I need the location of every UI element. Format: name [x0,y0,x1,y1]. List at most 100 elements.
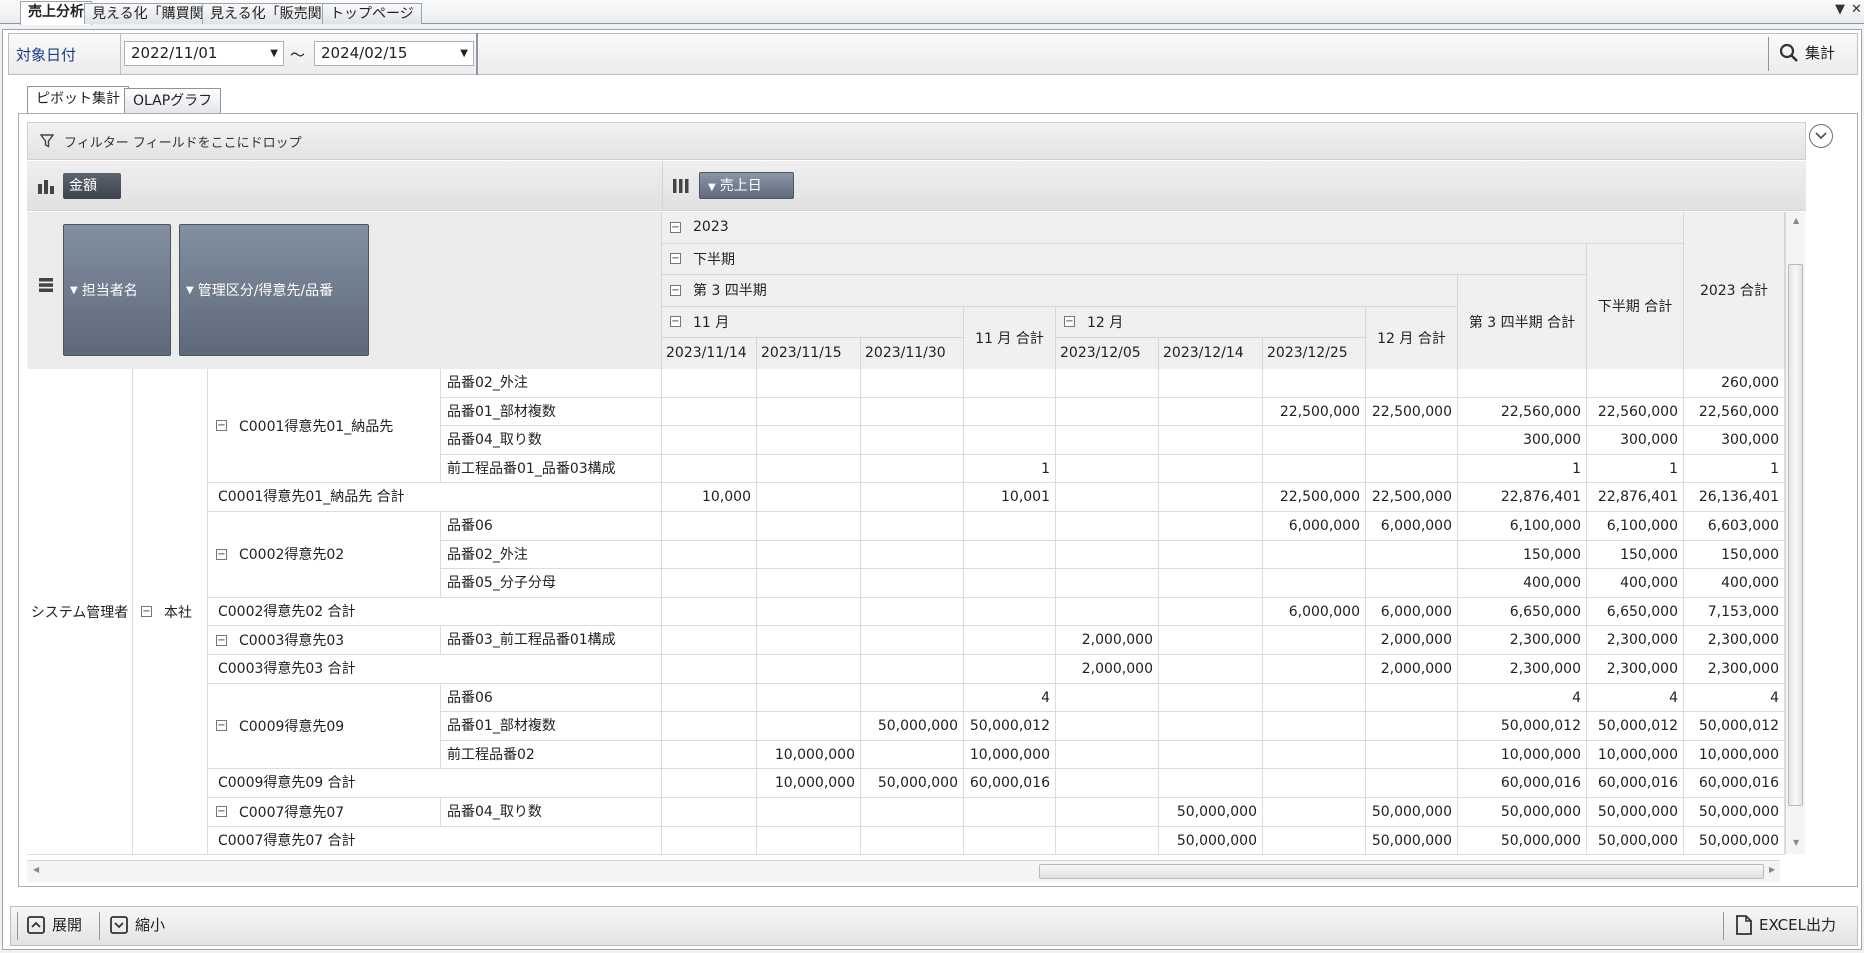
row-field-category[interactable]: ▼ 管理区分/得意先/品番 [179,224,369,356]
data-field-amount[interactable]: 金額 [63,173,121,199]
value-cell: 22,500,000 [1263,397,1366,427]
value-cell: 2,000,000 [1366,626,1458,655]
value-cell: 50,000,000 [1684,826,1785,856]
column-header-date: 2023/12/14 [1159,338,1263,370]
value-cell [1056,483,1159,512]
collapse-panel-icon[interactable] [1809,124,1833,148]
scroll-up-icon[interactable]: ▲ [1793,216,1799,225]
date-from-combo[interactable]: 2022/11/01 ▼ [124,41,284,66]
value-cell: 400,000 [1458,569,1587,598]
column-field-sales-date[interactable]: ▼ 売上日 [699,172,794,199]
customer-total-row-header: C0007得意先07 合計 [208,826,662,856]
value-cell: 2,000,000 [1056,655,1159,684]
collapse-toggle-icon[interactable]: − [670,253,681,265]
value-cell [1263,740,1366,770]
tab-sales-analysis[interactable]: 売上分析 [20,1,92,25]
horizontal-scrollbar[interactable]: ◀ ▶ [27,860,1780,882]
collapse-toggle-icon[interactable]: − [670,316,681,328]
column-header-nov[interactable]: −11 月 [662,306,964,338]
toolbar-divider [99,912,100,940]
collapse-toggle-icon[interactable]: − [1064,316,1075,328]
collapse-toggle-icon[interactable]: − [216,548,227,560]
expand-label: 展開 [52,916,83,934]
value-cell [1159,426,1263,455]
item-row-header: 品番01_部材複数 [441,712,662,741]
item-label: 品番02_外注 [447,546,528,563]
chevron-down-icon[interactable]: ▼ [460,42,468,65]
horizontal-scroll-thumb[interactable] [1039,864,1764,879]
tab-list-dropdown-icon[interactable]: ▼ [1835,2,1845,17]
value-cell: 50,000,000 [1458,798,1587,827]
scroll-right-icon[interactable]: ▶ [1769,865,1775,874]
value-cell: 1 [1458,454,1587,484]
value-cell [861,397,964,427]
filter-arrow-icon: ▼ [186,284,194,296]
column-header-date-label: 2023/11/30 [865,345,946,362]
collapse-toggle-icon[interactable]: − [141,606,152,618]
value-cell [964,798,1056,827]
item-label: 前工程品番01_品番03構成 [447,460,616,477]
collapse-button[interactable]: 縮小 [109,914,165,935]
column-header-half[interactable]: − 下半期 [662,243,1587,275]
value-cell: 150,000 [1587,540,1684,570]
chevron-down-icon[interactable]: ▼ [270,42,278,65]
value-cell [861,512,964,541]
column-header-year[interactable]: −2023 [662,212,1684,244]
value-cell: 10,001 [964,483,1056,512]
filter-drop-area[interactable]: フィルター フィールドをここにドロップ [27,122,1806,160]
collapse-toggle-icon[interactable]: − [670,284,681,296]
column-header-half-label: 下半期 [693,251,735,268]
value-cell: 400,000 [1587,569,1684,598]
value-cell [1366,683,1458,713]
value-cell: 6,650,000 [1587,597,1684,627]
value-cell [757,826,861,856]
value-cell [964,369,1056,398]
tab-pivot[interactable]: ピボット集計 [27,86,129,113]
customer-total-label: C0003得意先03 合計 [218,661,356,677]
value-cell: 50,000,012 [1684,712,1785,741]
collapse-toggle-icon[interactable]: − [216,720,227,732]
tab-top-page[interactable]: トップページ [322,3,422,24]
row-field-person[interactable]: ▼ 担当者名 [63,224,171,356]
date-to-combo[interactable]: 2024/02/15 ▼ [314,41,474,66]
scroll-down-icon[interactable]: ▼ [1793,838,1799,847]
value-cell: 60,000,016 [964,769,1056,798]
data-field-area: 金額 [27,161,662,211]
value-cell [964,597,1056,627]
value-cell: 10,000,000 [757,769,861,798]
date-to-value: 2024/02/15 [321,44,408,62]
collapse-toggle-icon[interactable]: − [216,634,227,646]
value-cell: 50,000,000 [861,769,964,798]
value-cell [1366,740,1458,770]
value-cell [964,826,1056,856]
item-row-header: 品番04_取り数 [441,798,662,827]
collapse-toggle-icon[interactable]: − [216,420,227,432]
value-cell [1263,454,1366,484]
aggregate-button[interactable]: 集計 [1779,42,1835,63]
date-from-value: 2022/11/01 [131,44,218,62]
collapse-toggle-icon[interactable]: − [670,221,681,233]
column-header-dec[interactable]: −12 月 [1056,306,1366,338]
excel-export-button[interactable]: EXCEL出力 [1735,914,1836,935]
tab-olap-graph[interactable]: OLAPグラフ [124,88,222,113]
value-cell: 6,100,000 [1587,512,1684,541]
vertical-scroll-thumb[interactable] [1788,264,1803,806]
collapse-icon [110,915,128,934]
expand-button[interactable]: 展開 [26,914,82,935]
item-label: 品番01_部材複数 [447,718,556,735]
value-cell [757,426,861,455]
column-header-quarter[interactable]: − 第 3 四半期 [662,275,1458,307]
value-cell [861,454,964,484]
scroll-left-icon[interactable]: ◀ [33,865,39,874]
rows-icon [39,278,53,292]
value-cell: 2,000,000 [1366,655,1458,684]
value-cell: 4 [1684,683,1785,713]
close-tab-icon[interactable]: ✕ [1851,2,1862,17]
column-header-half-total: 下半期 合計 [1587,243,1684,370]
value-cell [1159,369,1263,398]
vertical-scrollbar[interactable]: ▲ ▼ [1785,212,1805,854]
collapse-toggle-icon[interactable]: − [216,806,227,818]
value-cell: 10,000,000 [1458,740,1587,770]
columns-icon [673,179,689,193]
value-cell [1263,626,1366,655]
